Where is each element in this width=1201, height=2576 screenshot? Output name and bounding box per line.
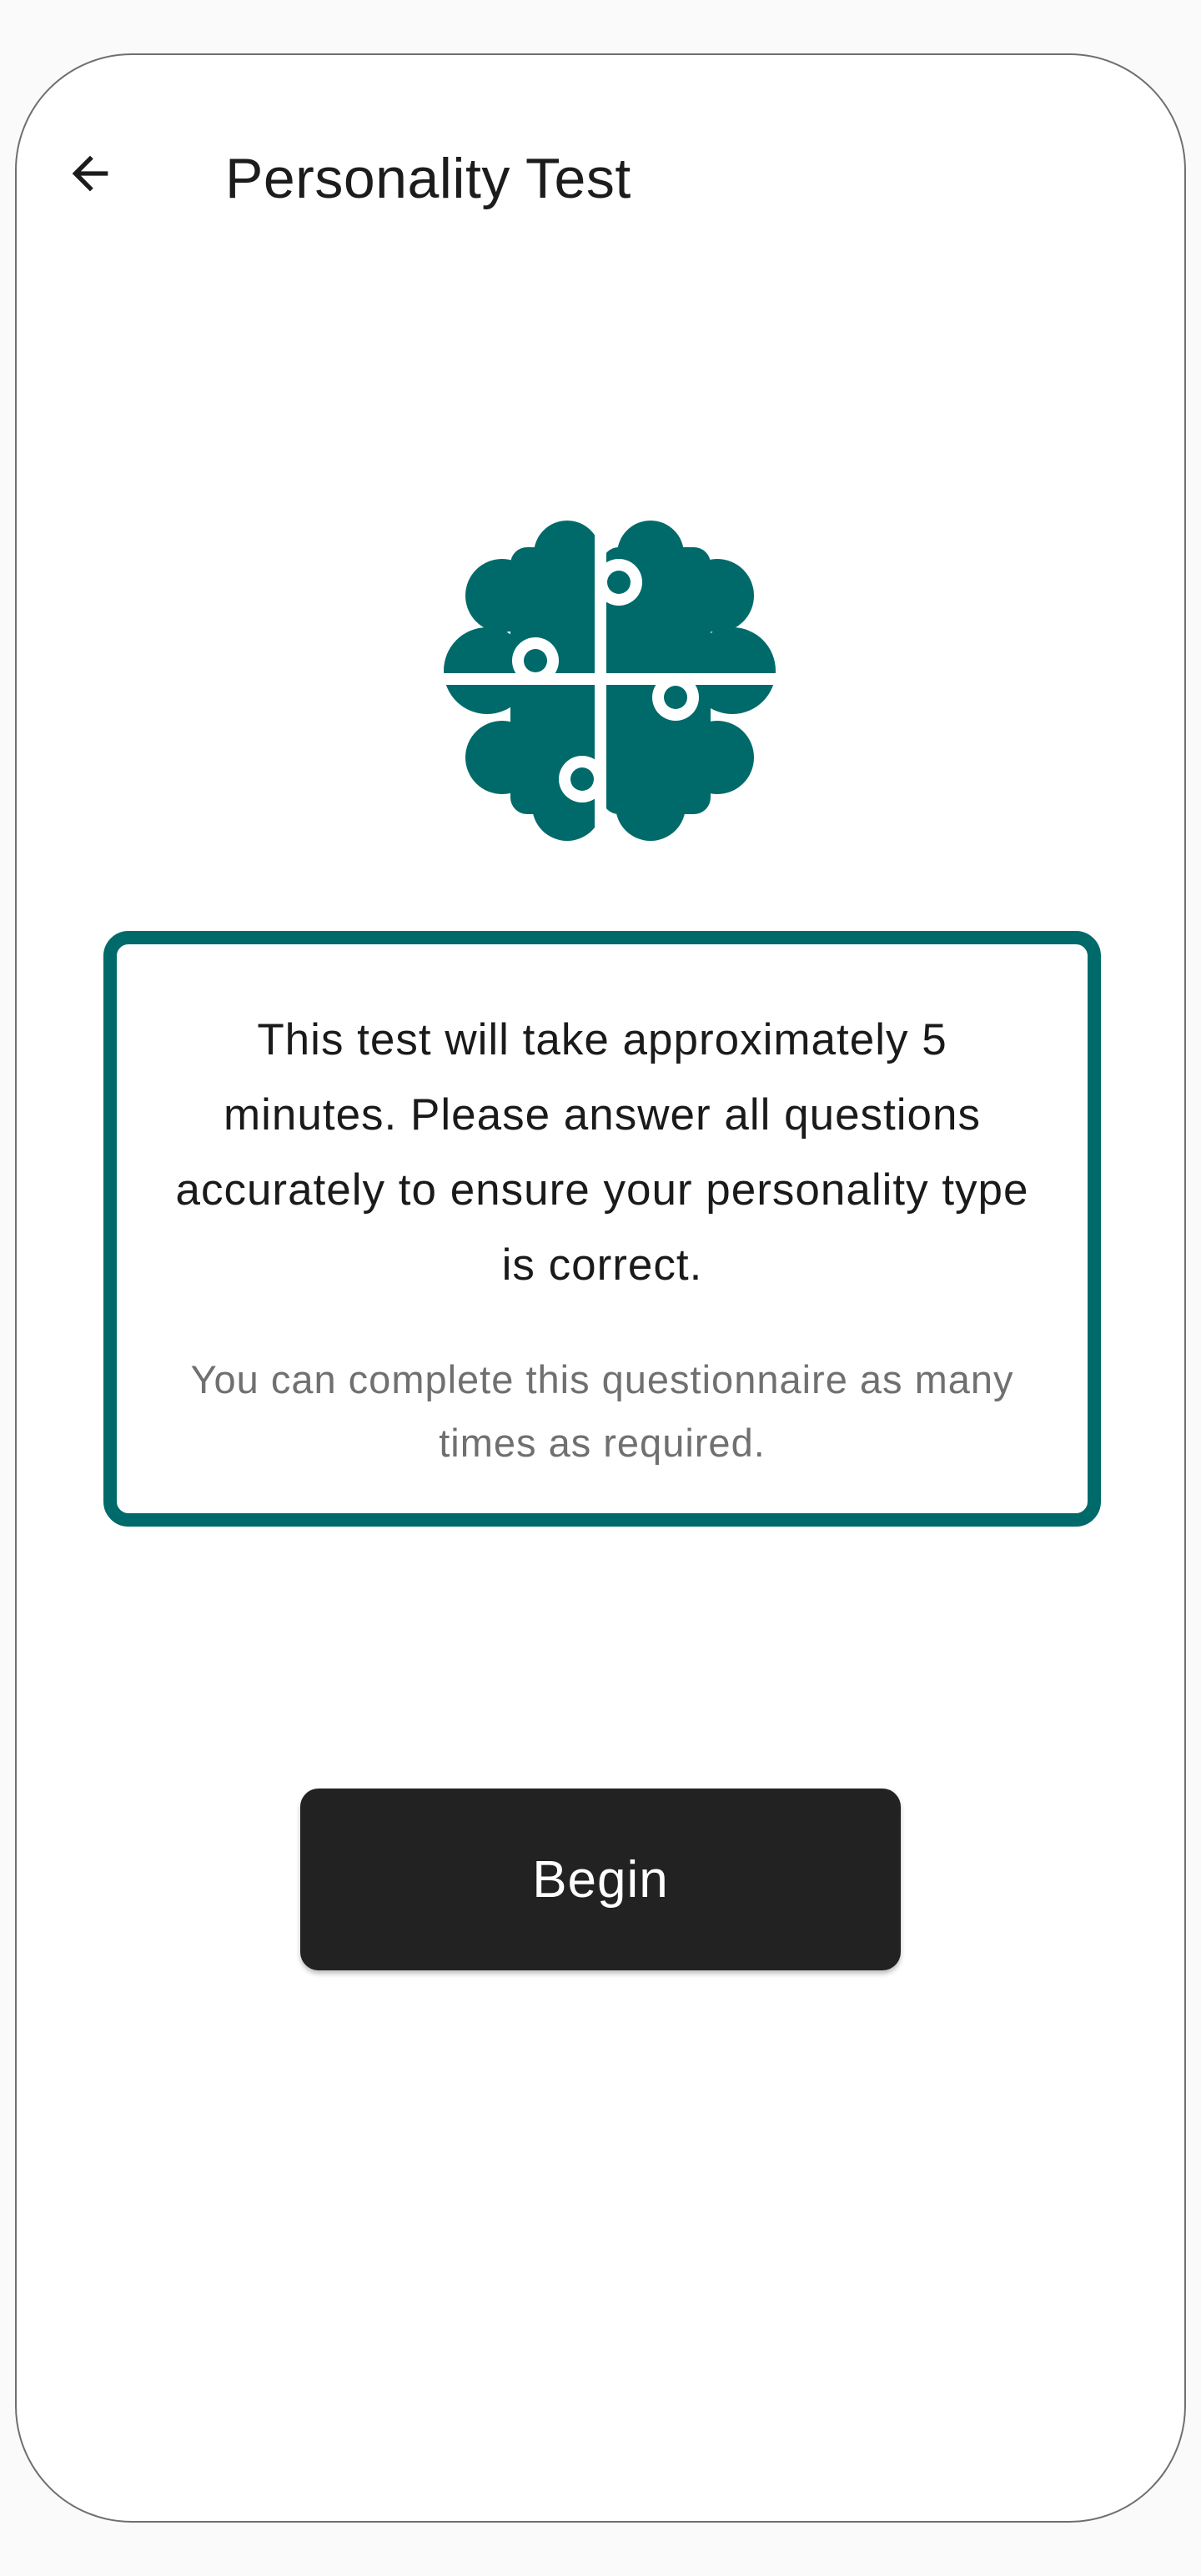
page-title: Personality Test bbox=[225, 147, 631, 210]
arrow-back-icon bbox=[63, 147, 117, 204]
begin-button[interactable]: Begin bbox=[300, 1789, 901, 1970]
app-bar: Personality Test bbox=[17, 122, 1184, 222]
phone-screen: Personality Test This test will take app… bbox=[15, 53, 1186, 2523]
back-button[interactable] bbox=[57, 142, 123, 209]
info-main-text: This test will take approximately 5 minu… bbox=[175, 1015, 1029, 1290]
info-sub-text: You can complete this questionnaire as m… bbox=[190, 1357, 1014, 1465]
info-card: This test will take approximately 5 minu… bbox=[103, 931, 1101, 1527]
brain-puzzle-icon bbox=[444, 514, 777, 848]
